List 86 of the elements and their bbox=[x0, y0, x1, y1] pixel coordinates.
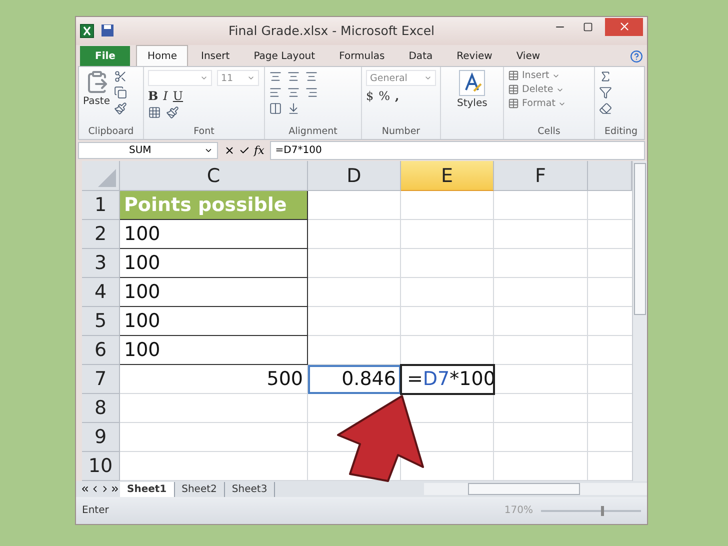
last-sheet-icon[interactable] bbox=[110, 484, 120, 494]
help-icon[interactable] bbox=[630, 50, 643, 63]
name-box[interactable]: SUM bbox=[78, 142, 218, 160]
font-size-dropdown[interactable]: 11 bbox=[217, 70, 259, 86]
eraser-icon[interactable] bbox=[599, 102, 612, 116]
table-cell: 0.846 bbox=[308, 365, 401, 394]
row-header[interactable]: 5 bbox=[82, 307, 120, 336]
row-header[interactable]: 3 bbox=[82, 249, 120, 278]
ribbon-tab[interactable]: Page Layout bbox=[242, 45, 326, 66]
align-top-icon[interactable] bbox=[269, 70, 282, 84]
align-bottom-icon[interactable] bbox=[305, 70, 318, 84]
currency-button[interactable]: $ bbox=[366, 89, 374, 104]
underline-button[interactable]: U bbox=[172, 89, 184, 104]
scissors-icon[interactable] bbox=[114, 70, 127, 84]
group-label: Font bbox=[192, 126, 216, 139]
cells-menu-button[interactable]: Insert bbox=[508, 70, 566, 82]
excel-logo-icon bbox=[80, 24, 94, 38]
column-header[interactable]: D bbox=[308, 161, 401, 192]
group-label: Number bbox=[380, 126, 422, 139]
copy-icon[interactable] bbox=[114, 86, 127, 100]
borders-icon[interactable] bbox=[148, 106, 161, 120]
sort-filter-icon[interactable] bbox=[599, 86, 612, 100]
fill-color-icon[interactable] bbox=[166, 106, 179, 120]
align-left-icon[interactable] bbox=[269, 86, 282, 100]
formula-field[interactable]: =D7*100 bbox=[270, 141, 645, 160]
styles-icon bbox=[459, 70, 486, 96]
cells-menu-button[interactable]: Delete bbox=[508, 84, 566, 96]
ribbon-tab[interactable]: Insert bbox=[190, 45, 241, 66]
group-label: Cells bbox=[536, 126, 562, 139]
align-middle-icon[interactable] bbox=[287, 70, 300, 84]
bold-button[interactable]: B bbox=[148, 89, 158, 104]
align-right-icon[interactable] bbox=[305, 86, 318, 100]
ribbon-tab[interactable]: File bbox=[80, 46, 130, 66]
close-button[interactable] bbox=[605, 18, 643, 36]
group-label: Alignment bbox=[288, 126, 338, 139]
cancel-icon[interactable] bbox=[224, 145, 235, 156]
ribbon-tab[interactable]: Review bbox=[446, 45, 504, 66]
table-cell: 100 bbox=[120, 220, 308, 250]
table-icon bbox=[508, 70, 519, 82]
column-header[interactable]: C bbox=[120, 161, 308, 192]
ribbon-tab[interactable]: View bbox=[505, 45, 552, 66]
sheet-tab[interactable]: Sheet1 bbox=[120, 482, 175, 497]
table-cell: 100 bbox=[120, 307, 308, 336]
table-cell: Points possible bbox=[120, 191, 308, 220]
comma-button[interactable]: , bbox=[395, 89, 400, 104]
column-header[interactable]: E bbox=[401, 161, 494, 192]
maximize-icon bbox=[583, 22, 593, 32]
row-header[interactable]: 9 bbox=[82, 423, 120, 452]
insert-function-button[interactable]: fx bbox=[254, 144, 264, 158]
editing-cell[interactable]: =D7*100 bbox=[401, 365, 494, 394]
paste-button[interactable]: Paste bbox=[83, 70, 110, 123]
row-header[interactable]: 2 bbox=[82, 220, 120, 250]
ribbon-tab[interactable]: Formulas bbox=[328, 45, 396, 66]
table-icon bbox=[508, 98, 519, 110]
autosum-icon[interactable] bbox=[599, 70, 612, 84]
group-label: Editing bbox=[603, 126, 639, 139]
italic-button[interactable]: I bbox=[163, 89, 168, 104]
row-header[interactable]: 8 bbox=[82, 394, 120, 424]
group-label: Clipboard bbox=[87, 126, 135, 139]
cells-menu-button[interactable]: Format bbox=[508, 98, 566, 110]
ribbon-tab[interactable]: Home bbox=[136, 45, 188, 66]
ribbon-tab[interactable]: Data bbox=[398, 45, 444, 66]
triangle-icon bbox=[98, 169, 116, 188]
first-sheet-icon[interactable] bbox=[80, 484, 90, 494]
vertical-scrollbar[interactable] bbox=[632, 161, 647, 482]
table-icon bbox=[508, 84, 519, 96]
percent-button[interactable]: % bbox=[378, 89, 390, 104]
number-format-dropdown[interactable]: General bbox=[366, 70, 436, 86]
column-header[interactable]: F bbox=[494, 161, 588, 192]
table-cell: 100 bbox=[120, 278, 308, 308]
window-title: Final Grade.xlsx - Microsoft Excel bbox=[227, 23, 436, 38]
align-center-icon[interactable] bbox=[287, 86, 300, 100]
row-header[interactable]: 1 bbox=[82, 191, 120, 220]
save-icon[interactable] bbox=[100, 24, 114, 38]
zoom-level: 170% bbox=[504, 505, 533, 516]
status-mode: Enter bbox=[82, 505, 110, 516]
row-header[interactable]: 4 bbox=[82, 278, 120, 308]
table-cell: 100 bbox=[120, 249, 308, 278]
row-header[interactable]: 10 bbox=[82, 452, 120, 482]
close-icon bbox=[618, 20, 630, 34]
row-header[interactable]: 7 bbox=[82, 365, 120, 394]
row-header[interactable]: 6 bbox=[82, 336, 120, 366]
horizontal-scrollbar[interactable] bbox=[424, 483, 647, 496]
paintbrush-icon[interactable] bbox=[114, 102, 127, 116]
table-cell: 100 bbox=[120, 336, 308, 366]
styles-button[interactable]: Styles bbox=[445, 70, 488, 134]
